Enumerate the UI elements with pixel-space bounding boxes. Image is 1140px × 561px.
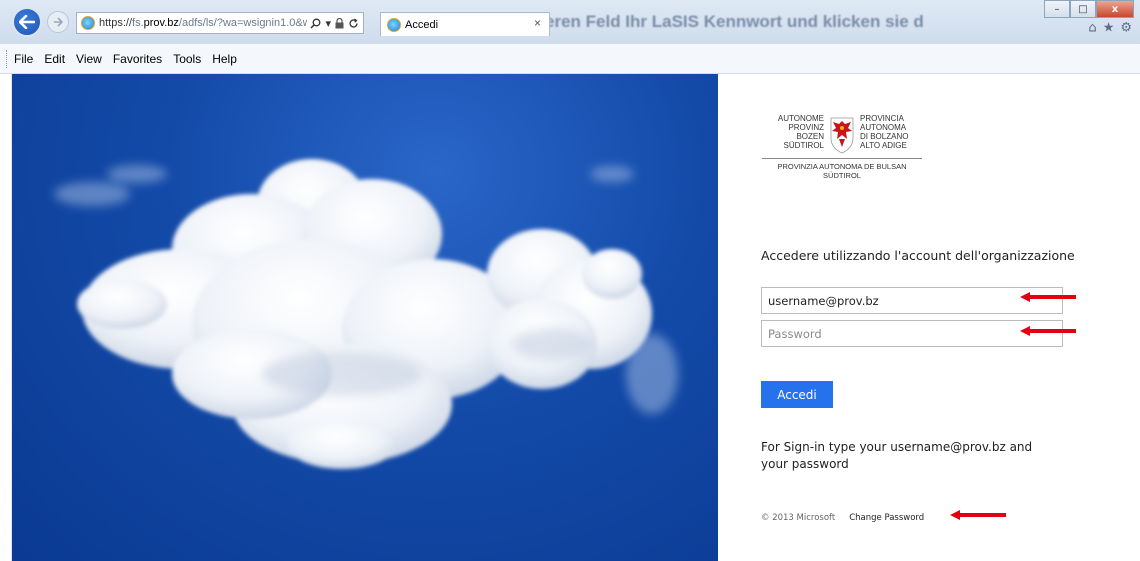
menu-bar: File Edit View Favorites Tools Help	[0, 44, 1140, 74]
search-icon[interactable]	[310, 18, 321, 29]
toolbar-right-icons: ⌂ ★ ⚙	[1088, 21, 1132, 36]
menu-item-edit[interactable]: Edit	[44, 52, 65, 66]
cloud-illustration	[12, 74, 718, 561]
browser-window: eren Feld Ihr LaSIS Kennwort und klicken…	[0, 0, 1140, 561]
back-arrow-icon	[19, 15, 35, 29]
ie-icon	[81, 16, 95, 30]
gear-icon[interactable]: ⚙	[1120, 21, 1132, 36]
cloud-image	[54, 159, 678, 469]
ie-icon	[387, 17, 401, 32]
logo-italian-text: PROVINCIA AUTONOMA DI BOLZANO ALTO ADIGE	[860, 114, 909, 150]
refresh-icon[interactable]	[348, 18, 359, 29]
signin-panel: AUTONOME PROVINZ BOZEN SÜDTIROL PROVINCI…	[718, 74, 1140, 561]
menu-item-tools[interactable]: Tools	[173, 52, 201, 66]
annotation-arrow-icon	[950, 510, 1006, 520]
url-protocol: https://	[99, 17, 133, 29]
url-domain: prov.bz	[143, 17, 179, 29]
menu-item-help[interactable]: Help	[212, 52, 237, 66]
url-subdomain: fs.	[132, 17, 144, 29]
address-bar-icons: ▾	[307, 13, 359, 33]
signin-button[interactable]: Accedi	[761, 381, 833, 408]
signin-help-text: For Sign-in type your username@prov.bz a…	[761, 440, 1033, 471]
menu-item-file[interactable]: File	[14, 52, 33, 66]
username-input[interactable]	[761, 287, 1063, 314]
eagle-shield-icon	[830, 117, 854, 154]
address-bar[interactable]: https:// fs. prov.bz /adfs/ls/?wa=wsigni…	[76, 12, 364, 34]
title-bar: eren Feld Ihr LaSIS Kennwort und klicken…	[0, 0, 1140, 44]
lock-icon[interactable]	[335, 17, 344, 29]
logo-german-text: AUTONOME PROVINZ BOZEN SÜDTIROL	[777, 114, 824, 150]
copyright-text: © 2013 Microsoft	[761, 513, 836, 523]
tab-title: Accedi	[405, 18, 439, 31]
menu-item-favorites[interactable]: Favorites	[113, 52, 162, 66]
tab-accedi[interactable]: Accedi ×	[380, 12, 550, 36]
logo-main-row: AUTONOME PROVINZ BOZEN SÜDTIROL PROVINCI…	[762, 114, 922, 154]
annotation-arrow-icon	[1020, 326, 1076, 336]
signin-heading: Accedere utilizzando l'account dell'orga…	[761, 248, 1075, 263]
forward-button[interactable]	[47, 11, 69, 33]
star-icon[interactable]: ★	[1103, 21, 1115, 36]
menu-item-view[interactable]: View	[76, 52, 102, 66]
maximize-button[interactable]: □	[1070, 0, 1096, 18]
page-left-edge	[0, 74, 12, 561]
password-input[interactable]	[761, 320, 1063, 347]
tab-close-button[interactable]: ×	[534, 16, 541, 30]
dropdown-chevron-icon[interactable]: ▾	[325, 17, 331, 30]
change-password-link[interactable]: Change Password	[849, 513, 924, 523]
logo-divider	[762, 158, 922, 159]
close-button[interactable]: x	[1096, 0, 1134, 18]
blurred-background-text: eren Feld Ihr LaSIS Kennwort und klicken…	[545, 12, 924, 31]
annotation-arrow-icon	[1020, 292, 1076, 302]
url-path: /adfs/ls/?wa=wsignin1.0&wtre	[178, 17, 324, 29]
window-controls: – □ x	[1044, 0, 1134, 18]
footer: © 2013 Microsoft Change Password	[761, 513, 924, 523]
forward-arrow-icon	[54, 17, 63, 27]
logo-ladin-text: PROVINZIA AUTONOMA DE BULSAN SÜDTIROL	[777, 162, 907, 180]
minimize-button[interactable]: –	[1044, 0, 1070, 18]
province-logo: AUTONOME PROVINZ BOZEN SÜDTIROL PROVINCI…	[762, 114, 922, 180]
home-icon[interactable]: ⌂	[1088, 21, 1096, 36]
back-button[interactable]	[12, 7, 42, 37]
